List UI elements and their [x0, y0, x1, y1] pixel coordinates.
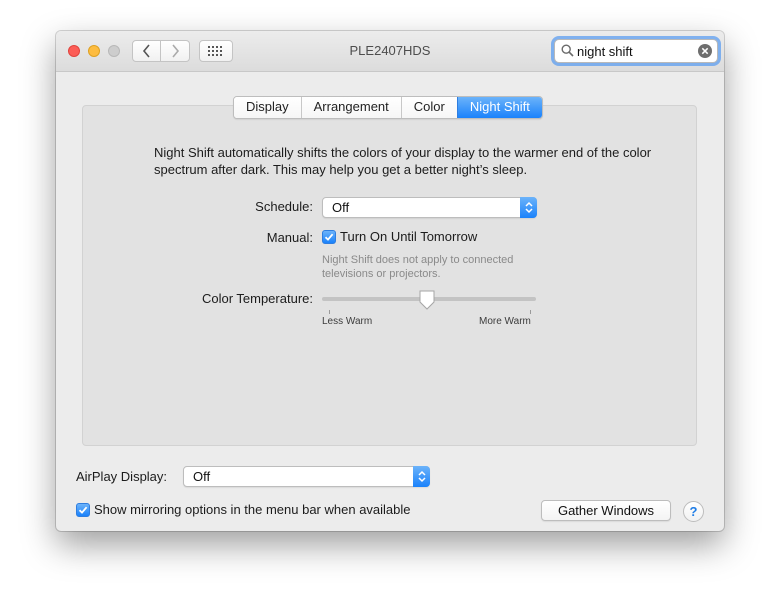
schedule-label: Schedule:	[255, 199, 313, 214]
night-shift-note: Night Shift does not apply to connected …	[322, 254, 514, 280]
search-icon	[561, 44, 574, 57]
search-input[interactable]	[577, 42, 695, 60]
turn-on-until-tomorrow-checkbox[interactable]	[322, 230, 336, 244]
help-icon[interactable]: ?	[683, 501, 704, 522]
tab-arrangement[interactable]: Arrangement	[300, 97, 401, 118]
show-mirroring-label: Show mirroring options in the menu bar w…	[94, 502, 411, 517]
title-bar: PLE2407HDS	[56, 31, 724, 72]
clear-search-icon[interactable]	[698, 44, 712, 58]
slider-tick-less-warm	[329, 310, 330, 314]
gather-windows-button[interactable]: Gather Windows	[541, 500, 671, 521]
less-warm-label: Less Warm	[322, 316, 373, 327]
checkmark-icon	[78, 506, 88, 514]
schedule-value: Off	[332, 200, 350, 215]
tab-night-shift[interactable]: Night Shift	[456, 97, 542, 118]
tab-color[interactable]: Color	[400, 97, 457, 118]
manual-label: Manual:	[266, 230, 313, 245]
airplay-display-popup[interactable]: Off	[183, 466, 430, 487]
popup-chevron-icon	[520, 197, 537, 218]
system-preferences-window: PLE2407HDS Display Arrangement Color Nig…	[56, 31, 724, 531]
color-temperature-label: Color Temperature:	[201, 291, 313, 306]
tab-display[interactable]: Display	[234, 97, 301, 118]
more-warm-label: More Warm	[479, 316, 531, 327]
search-field[interactable]	[554, 39, 718, 63]
show-mirroring-checkbox[interactable]	[76, 503, 90, 517]
night-shift-description: Night Shift automatically shifts the col…	[154, 145, 652, 177]
schedule-popup[interactable]: Off	[322, 197, 537, 218]
checkmark-icon	[324, 233, 334, 241]
tab-bar: Display Arrangement Color Night Shift	[233, 96, 543, 119]
popup-chevron-icon	[413, 466, 430, 487]
airplay-display-label: AirPlay Display:	[76, 469, 168, 484]
turn-on-until-tomorrow-label: Turn On Until Tomorrow	[340, 229, 478, 244]
slider-tick-more-warm	[530, 310, 531, 314]
airplay-display-value: Off	[193, 469, 211, 484]
